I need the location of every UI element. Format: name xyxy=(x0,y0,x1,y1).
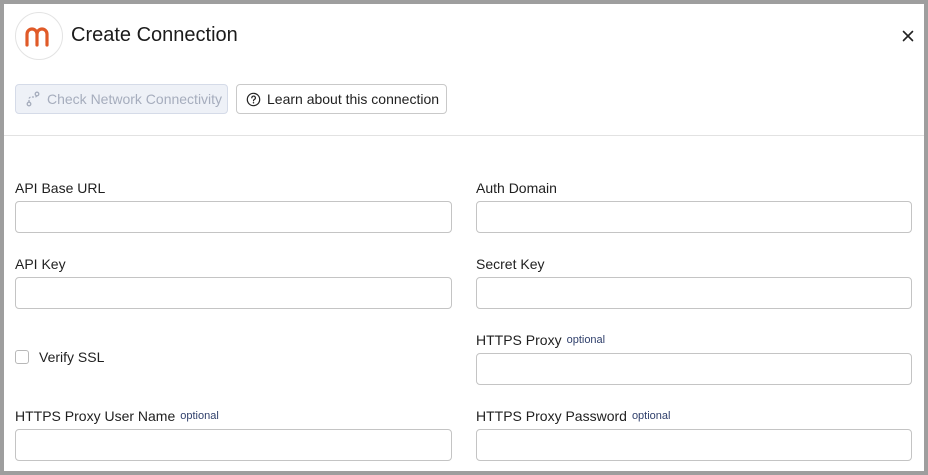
close-icon xyxy=(902,30,914,42)
optional-tag: optional xyxy=(631,410,671,422)
https-proxy-label: HTTPS Proxy optional xyxy=(476,332,605,348)
api-key-input[interactable] xyxy=(15,277,452,309)
dialog-title: Create Connection xyxy=(71,24,238,46)
network-route-icon xyxy=(25,91,41,107)
https-proxy-password-label-text: HTTPS Proxy Password xyxy=(476,408,627,424)
https-proxy-input[interactable] xyxy=(476,353,912,385)
optional-tag: optional xyxy=(180,410,219,422)
api-base-url-input[interactable] xyxy=(15,201,452,233)
secret-key-label: Secret Key xyxy=(476,256,545,272)
https-proxy-user-name-label-text: HTTPS Proxy User Name xyxy=(15,408,176,424)
https-proxy-label-text: HTTPS Proxy xyxy=(476,332,562,348)
optional-tag: optional xyxy=(566,334,606,346)
api-base-url-label: API Base URL xyxy=(15,180,106,196)
dialog-header: Create Connection xyxy=(4,4,924,68)
help-circle-icon xyxy=(246,92,261,107)
https-proxy-password-label: HTTPS Proxy Password optional xyxy=(476,408,670,424)
auth-domain-input[interactable] xyxy=(476,201,912,233)
auth-domain-label: Auth Domain xyxy=(476,180,557,196)
check-network-connectivity-button[interactable]: Check Network Connectivity xyxy=(15,84,228,114)
https-proxy-password-input[interactable] xyxy=(476,429,912,461)
logo-m-icon xyxy=(25,27,49,47)
https-proxy-user-name-label: HTTPS Proxy User Name optional xyxy=(15,408,219,424)
secret-key-input[interactable] xyxy=(476,277,912,309)
close-button[interactable] xyxy=(900,28,916,44)
create-connection-dialog: Create Connection Check Network Connecti… xyxy=(4,4,924,471)
learn-about-connection-button[interactable]: Learn about this connection xyxy=(236,84,447,114)
https-proxy-user-name-input[interactable] xyxy=(15,429,452,461)
check-network-label: Check Network Connectivity xyxy=(47,91,223,107)
header-divider xyxy=(4,135,924,136)
verify-ssl-label: Verify SSL xyxy=(39,349,105,365)
learn-label: Learn about this connection xyxy=(267,91,440,107)
app-logo xyxy=(15,12,63,60)
api-key-label: API Key xyxy=(15,256,66,272)
verify-ssl-checkbox[interactable] xyxy=(15,350,29,364)
verify-ssl-toggle[interactable]: Verify SSL xyxy=(15,348,104,366)
